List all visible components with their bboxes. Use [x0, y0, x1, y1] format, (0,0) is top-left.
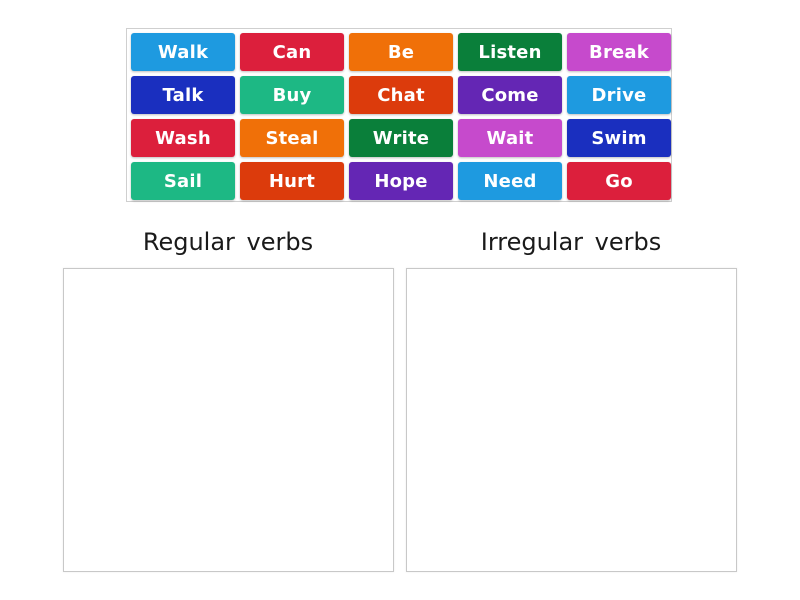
word-tile-walk[interactable]: Walk: [131, 33, 235, 71]
word-tile-can[interactable]: Can: [240, 33, 344, 71]
word-tile-label: Talk: [162, 84, 204, 106]
word-tile-buy[interactable]: Buy: [240, 76, 344, 114]
word-tile-label: Steal: [265, 127, 319, 149]
word-tile-label: Need: [483, 170, 537, 192]
word-tile-listen[interactable]: Listen: [458, 33, 562, 71]
word-tile-go[interactable]: Go: [567, 162, 671, 200]
word-tile-chat[interactable]: Chat: [349, 76, 453, 114]
word-tile-hurt[interactable]: Hurt: [240, 162, 344, 200]
word-tile-wash[interactable]: Wash: [131, 119, 235, 157]
word-tile-label: Go: [605, 170, 633, 192]
word-tile-swim[interactable]: Swim: [567, 119, 671, 157]
word-tile-label: Walk: [157, 41, 209, 63]
word-tile-label: Drive: [591, 84, 647, 106]
word-tile-be[interactable]: Be: [349, 33, 453, 71]
word-tile-need[interactable]: Need: [458, 162, 562, 200]
word-tile-write[interactable]: Write: [349, 119, 453, 157]
word-tile-label: Be: [387, 41, 415, 63]
word-tile-tray: Walk Can Be Listen Break Talk Buy Chat Come Drive…: [126, 28, 672, 202]
word-tile-label: Listen: [478, 41, 542, 63]
word-tile-label: Come: [481, 84, 539, 106]
word-tile-break[interactable]: Break: [567, 33, 671, 71]
word-tile-drive[interactable]: Drive: [567, 76, 671, 114]
word-tile-label: Buy: [272, 84, 312, 106]
word-tile-wait[interactable]: Wait: [458, 119, 562, 157]
dropzone-regular-verbs[interactable]: [63, 268, 394, 572]
dropzone-irregular-verbs[interactable]: [406, 268, 737, 572]
word-tile-hope[interactable]: Hope: [349, 162, 453, 200]
word-tile-label: Hurt: [268, 170, 316, 192]
group-heading-irregular: Irregular verbs: [480, 228, 662, 256]
group-heading-regular: Regular verbs: [142, 228, 314, 256]
word-tile-label: Break: [589, 41, 649, 63]
word-tile-label: Swim: [591, 127, 647, 149]
word-tile-sail[interactable]: Sail: [131, 162, 235, 200]
word-tile-label: Hope: [374, 170, 428, 192]
word-tile-label: Chat: [377, 84, 425, 106]
word-tile-label: Wait: [486, 127, 534, 149]
word-tile-label: Wash: [155, 127, 211, 149]
word-tile-come[interactable]: Come: [458, 76, 562, 114]
word-tile-steal[interactable]: Steal: [240, 119, 344, 157]
word-tile-talk[interactable]: Talk: [131, 76, 235, 114]
word-tile-label: Sail: [163, 170, 203, 192]
word-tile-label: Write: [372, 127, 430, 149]
word-tile-label: Can: [272, 41, 312, 63]
